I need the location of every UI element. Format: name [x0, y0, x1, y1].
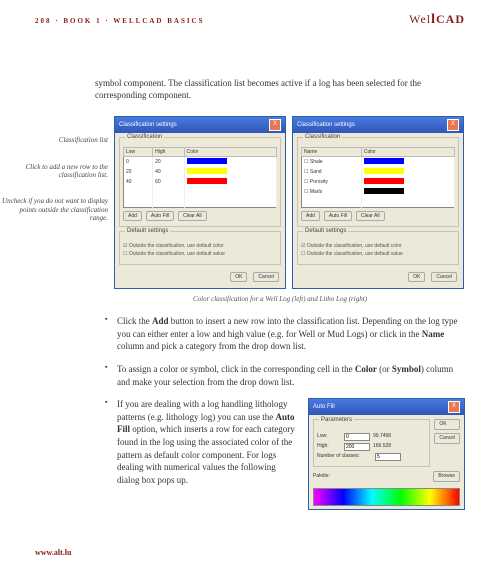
table-row[interactable]: ☐ Porosity — [302, 177, 455, 187]
dialog-title: Auto Fill — [313, 403, 335, 411]
group-label: Classification — [125, 134, 164, 140]
breadcrumb: 208 · BOOK 1 · WELLCAD BASICS — [35, 17, 205, 25]
browse-button[interactable]: Browse — [433, 471, 460, 482]
autofill-button[interactable]: Auto Fill — [146, 211, 174, 221]
color-swatch[interactable] — [187, 178, 227, 184]
close-icon[interactable]: X — [269, 119, 281, 131]
checkbox-default-color[interactable]: ☑ Outside the classification, use defaul… — [123, 243, 277, 249]
col-low: Low — [124, 148, 153, 157]
clearall-button[interactable]: Clear All — [178, 211, 207, 221]
col-high: High — [153, 148, 184, 157]
cancel-button[interactable]: Cancel — [253, 272, 279, 282]
close-icon[interactable]: X — [447, 119, 459, 131]
ok-button[interactable]: OK — [230, 272, 247, 282]
intro-paragraph: symbol component. The classification lis… — [95, 77, 465, 101]
label-uncheck: Uncheck if you do not want to display po… — [0, 197, 108, 222]
bullet-3: If you are dealing with a log handling l… — [105, 398, 465, 509]
close-icon[interactable]: X — [448, 401, 460, 413]
palette-label: Palette: — [313, 473, 330, 480]
col-name: Name — [302, 148, 362, 157]
table-row[interactable]: 2040 — [124, 167, 277, 177]
ok-button[interactable]: OK — [408, 272, 425, 282]
autofill-dialog: Auto Fill X Parameters Low: 99.7458 High… — [308, 398, 465, 509]
low-example: 99.7458 — [373, 433, 397, 440]
table-row[interactable]: 020 — [124, 157, 277, 168]
color-swatch[interactable] — [187, 158, 227, 164]
group-label: Default settings — [125, 228, 170, 234]
ok-button[interactable]: OK — [434, 419, 460, 430]
color-swatch[interactable] — [364, 168, 404, 174]
cancel-button[interactable]: Cancel — [431, 272, 457, 282]
cancel-button[interactable]: Cancel — [434, 433, 460, 444]
add-button[interactable]: Add — [123, 211, 142, 221]
label-add-row: Click to add a new row to the classifica… — [0, 163, 108, 180]
brand-logo: WellCAD — [409, 12, 465, 28]
bullet-2: To assign a color or symbol, click in th… — [105, 363, 465, 388]
classification-dialog-litholog: Classification settings X Classification… — [292, 116, 464, 289]
color-swatch[interactable] — [364, 178, 404, 184]
autofill-button[interactable]: Auto Fill — [324, 211, 352, 221]
checkbox-default-value[interactable]: ☐ Outside the classification, use defaul… — [301, 251, 455, 257]
label-classification-list: Classification list — [0, 136, 108, 144]
high-label: High: — [317, 443, 341, 450]
low-input[interactable] — [344, 433, 370, 441]
table-row[interactable]: 4060 — [124, 177, 277, 187]
col-color: Color — [361, 148, 454, 157]
high-example: 166.528 — [373, 443, 397, 450]
dialog-title: Classification settings — [297, 122, 355, 128]
footer-url: www.alt.lu — [35, 548, 71, 557]
group-label: Default settings — [303, 228, 348, 234]
dialog-title: Classification settings — [119, 122, 177, 128]
table-row[interactable]: ☐ Shale — [302, 157, 455, 168]
add-button[interactable]: Add — [301, 211, 320, 221]
bullet-1: Click the Add button to insert a new row… — [105, 315, 465, 353]
color-swatch[interactable] — [364, 188, 404, 194]
classification-dialog-welllog: Classification settings X Classification… — [114, 116, 286, 289]
side-annotations: Classification list Click to add a new r… — [0, 116, 108, 240]
classes-label: Number of classes: — [317, 453, 372, 460]
classification-table[interactable]: Name Color ☐ Shale ☐ Sand ☐ Porosity ☐ M… — [301, 147, 455, 208]
table-row[interactable]: ☐ Sand — [302, 167, 455, 177]
group-label: Parameters — [319, 417, 354, 423]
color-swatch[interactable] — [187, 168, 227, 174]
checkbox-default-color[interactable]: ☑ Outside the classification, use defaul… — [301, 243, 455, 249]
classification-table[interactable]: Low High Color 020 2040 4060 — [123, 147, 277, 208]
col-color: Color — [184, 148, 276, 157]
low-label: Low: — [317, 433, 341, 440]
checkbox-default-value[interactable]: ☐ Outside the classification, use defaul… — [123, 251, 277, 257]
high-input[interactable] — [344, 443, 370, 451]
classes-input[interactable] — [375, 453, 401, 461]
table-row[interactable]: ☐ Marls — [302, 187, 455, 197]
palette-gradient[interactable] — [313, 488, 460, 506]
clearall-button[interactable]: Clear All — [356, 211, 385, 221]
group-label: Classification — [303, 134, 342, 140]
figure-caption: Color classification for a Well Log (lef… — [95, 295, 465, 303]
color-swatch[interactable] — [364, 158, 404, 164]
